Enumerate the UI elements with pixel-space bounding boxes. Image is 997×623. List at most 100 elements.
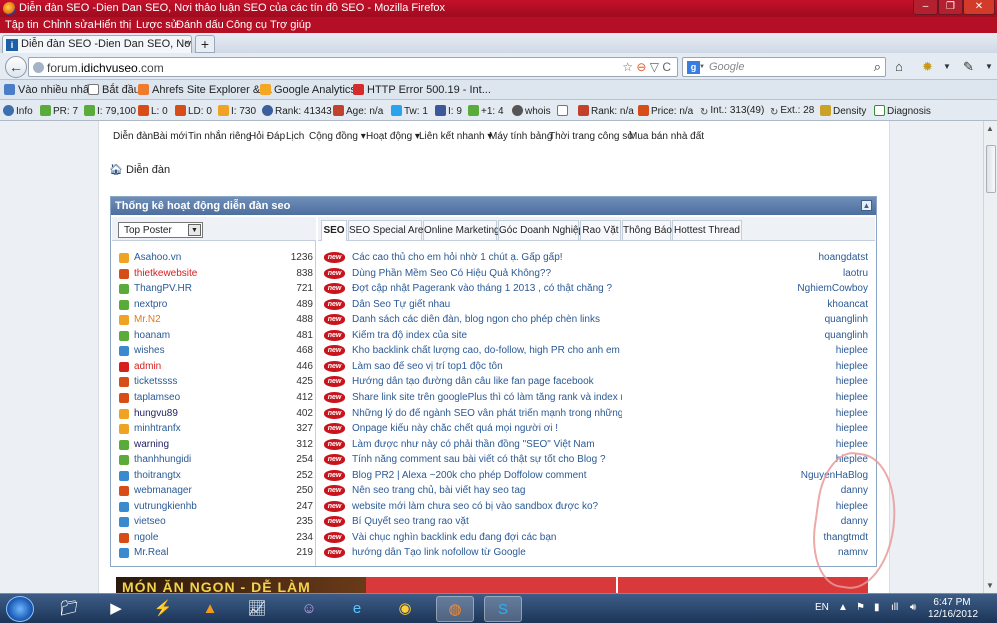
poster-name[interactable]: webmanager xyxy=(134,485,192,496)
tab-close-icon[interactable]: × xyxy=(184,38,190,49)
thread-author-link[interactable]: hieplee xyxy=(836,408,868,419)
browser-tab[interactable]: i Diễn đàn SEO -Dien Dan SEO, Nơi thảo l… xyxy=(2,35,192,53)
seo-whois[interactable]: whois xyxy=(512,105,551,117)
firefox-icon[interactable]: ◍ xyxy=(436,596,474,622)
menu-dropdown-icon[interactable]: ▼ xyxy=(985,62,993,71)
chart-app-icon[interactable]: 📈︎ xyxy=(238,596,276,622)
close-button[interactable]: ✕ xyxy=(963,0,995,15)
poster-name[interactable]: wishes xyxy=(134,345,165,356)
seo-google-index[interactable]: I: 79,100 xyxy=(84,105,136,117)
menu-file[interactable]: Tập tin xyxy=(5,19,39,31)
tab-classifieds[interactable]: Rao Vặt xyxy=(580,220,621,240)
select-arrow-icon[interactable]: ▼ xyxy=(188,224,201,236)
poster-name[interactable]: hoanam xyxy=(134,330,170,341)
start-button[interactable] xyxy=(6,596,34,622)
search-engine-dropdown-icon[interactable]: ▼ xyxy=(699,64,705,70)
vertical-scrollbar[interactable]: ▲ ▼ xyxy=(983,121,997,593)
thread-title-link[interactable]: Dân Seo Tự giết nhau xyxy=(352,299,450,310)
banner-image[interactable]: MÓN ĂN NGON - DỄ LÀM xyxy=(116,577,366,593)
stats-type-select[interactable]: Top Poster ▼ xyxy=(118,222,203,238)
tab-online-marketing[interactable]: Online Marketing xyxy=(423,220,500,240)
system-clock[interactable]: 6:47 PM 12/16/2012 xyxy=(928,597,978,621)
thread-author-link[interactable]: hieplee xyxy=(836,376,868,387)
thread-author-link[interactable]: hieplee xyxy=(836,439,868,450)
seo-google-plus[interactable]: +1: 4 xyxy=(468,105,504,117)
menu-edit[interactable]: Chỉnh sửa xyxy=(43,19,94,31)
seo-alexa-rank[interactable]: Rank: 41343 xyxy=(262,105,332,117)
search-box[interactable]: g ▼ Google ⌕ xyxy=(682,57,886,77)
thread-title-link[interactable]: Những lý do để ngành SEO vẫn phát triển … xyxy=(352,408,622,419)
search-icon[interactable]: ⌕ xyxy=(874,59,881,75)
battery-icon[interactable]: ▮ xyxy=(874,602,880,613)
nav-tablet[interactable]: Máy tính bảng xyxy=(489,131,552,142)
show-hidden-icons-icon[interactable]: ▲ xyxy=(838,602,848,613)
bookmark-http-error[interactable]: HTTP Error 500.19 - Int... xyxy=(353,84,491,96)
thread-title-link[interactable]: Làm sao để seo vị trí top1 độc tôn xyxy=(352,361,503,372)
thread-author-link[interactable]: NghiemCowboy xyxy=(797,283,868,294)
seo-internal-links[interactable]: ↻ Int.: 313(49) xyxy=(700,105,764,118)
menu-view[interactable]: Hiển thị xyxy=(94,19,131,31)
minimize-button[interactable]: – xyxy=(913,0,938,15)
thread-title-link[interactable]: Các cao thủ cho em hỏi nhờ 1 chút ạ. Gấp… xyxy=(352,252,563,263)
poster-name[interactable]: hungvu89 xyxy=(134,408,178,419)
thread-author-link[interactable]: hieplee xyxy=(836,392,868,403)
thread-author-link[interactable]: quanglinh xyxy=(825,314,868,325)
nav-community[interactable]: Cộng đồng ▾ xyxy=(309,131,366,142)
winamp-icon[interactable]: ⚡ xyxy=(144,596,182,622)
tab-seo-special-area[interactable]: SEO Special Area xyxy=(348,220,429,240)
seo-external-links[interactable]: ↻ Ext.: 28 xyxy=(770,105,814,118)
thread-title-link[interactable]: Đợt cập nhật Pagerank vào tháng 1 2013 ,… xyxy=(352,283,612,294)
explorer-icon[interactable]: 📁︎ xyxy=(50,596,88,622)
thread-author-link[interactable]: hieplee xyxy=(836,345,868,356)
thread-title-link[interactable]: hướng dẫn Tạo link nofollow từ Google xyxy=(352,547,526,558)
thread-title-link[interactable]: website mới làm chưa seo có bị vào sandb… xyxy=(352,501,598,512)
dropdown-icon[interactable]: ▽ xyxy=(650,60,659,74)
poster-name[interactable]: thanhhungidi xyxy=(134,454,191,465)
thread-author-link[interactable]: khoancat xyxy=(827,299,868,310)
bookmark-most-visited[interactable]: Vào nhiều nhất xyxy=(4,84,92,96)
nav-real-estate[interactable]: Mua bán nhà đất xyxy=(629,131,704,142)
yahoo-messenger-icon[interactable]: ☺ xyxy=(290,596,328,622)
menu-help[interactable]: Trợ giúp xyxy=(270,19,311,31)
thread-title-link[interactable]: Kiểm tra độ index của site xyxy=(352,330,467,341)
poster-name[interactable]: Asahoo.vn xyxy=(134,252,181,263)
thread-title-link[interactable]: Dùng Phần Mềm Seo Có Hiệu Quả Không?? xyxy=(352,268,551,279)
vlc-icon[interactable]: ▲ xyxy=(191,596,229,622)
thread-author-link[interactable]: hoangdatst xyxy=(819,252,869,263)
thread-title-link[interactable]: Bí Quyết seo trang rao vặt xyxy=(352,516,469,527)
poster-name[interactable]: admin xyxy=(134,361,161,372)
collapse-icon[interactable]: ▲ xyxy=(861,200,872,211)
bookmark-ahrefs[interactable]: Ahrefs Site Explorer & ... xyxy=(138,84,272,96)
seo-links[interactable]: L: 0 xyxy=(138,105,168,117)
poster-name[interactable]: warning xyxy=(134,439,169,450)
addon-dropdown-icon[interactable]: ▼ xyxy=(943,62,951,71)
thread-author-link[interactable]: laotru xyxy=(843,268,868,279)
menu-history[interactable]: Lược sử xyxy=(136,19,178,31)
media-player-icon[interactable]: ▶ xyxy=(97,596,135,622)
tab-announcements[interactable]: Thông Báo xyxy=(622,220,672,240)
thread-title-link[interactable]: Share link site trên googlePlus thì có l… xyxy=(352,392,622,403)
chrome-icon[interactable]: ◉ xyxy=(386,596,424,622)
volume-icon[interactable]: 🔊︎ xyxy=(910,602,916,613)
thread-author-link[interactable]: quanglinh xyxy=(825,330,868,341)
thread-title-link[interactable]: Blog PR2 | Alexa ~200k cho phép Doffolow… xyxy=(352,470,587,481)
seo-density[interactable]: Density xyxy=(820,105,866,117)
poster-name[interactable]: nextpro xyxy=(134,299,167,310)
nav-forum[interactable]: Diễn đàn xyxy=(113,131,153,142)
nav-private-messages[interactable]: Tin nhắn riêng xyxy=(188,131,252,142)
menu-bookmarks[interactable]: Đánh dấu xyxy=(176,19,224,31)
menu-tools[interactable]: Công cụ xyxy=(226,19,267,31)
seo-diagnosis[interactable]: Diagnosis xyxy=(874,105,931,117)
scroll-up-icon[interactable]: ▲ xyxy=(986,124,994,133)
nav-activity[interactable]: Hoạt động ▾ xyxy=(366,131,420,142)
thread-title-link[interactable]: Onpage kiểu này chắc chết quá mọi người … xyxy=(352,423,558,434)
poster-name[interactable]: Mr.N2 xyxy=(134,314,161,325)
bookmark-google-analytics[interactable]: Google Analytics xyxy=(260,84,356,96)
thread-author-link[interactable]: hieplee xyxy=(836,423,868,434)
tab-business-corner[interactable]: Góc Doanh Nghiệp xyxy=(498,220,584,240)
thread-title-link[interactable]: Kho backlink chất lượng cao, do-follow, … xyxy=(352,345,622,356)
tab-seo[interactable]: SEO xyxy=(321,220,347,241)
new-tab-button[interactable]: + xyxy=(195,35,215,53)
seo-semrush-rank[interactable]: Rank: n/a xyxy=(578,105,634,117)
poster-name[interactable]: thietkewebsite xyxy=(134,268,197,279)
